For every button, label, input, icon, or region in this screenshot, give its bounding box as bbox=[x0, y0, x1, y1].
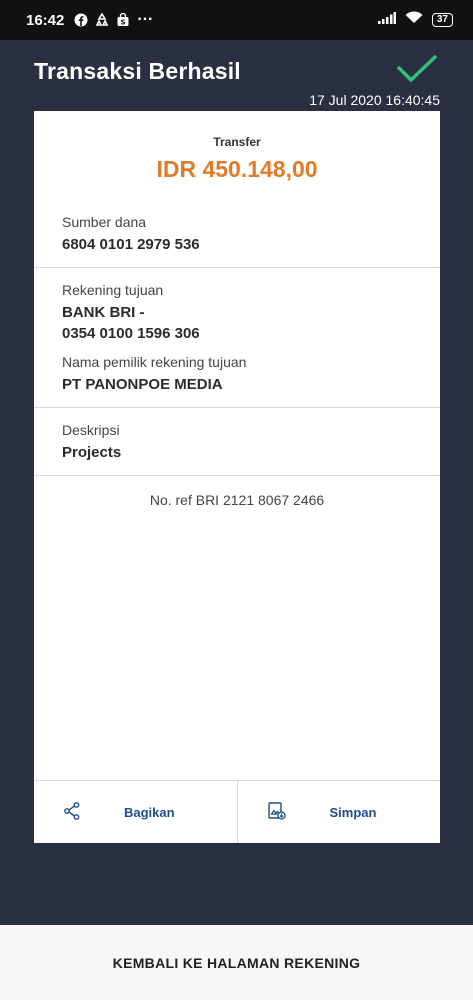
save-label: Simpan bbox=[329, 804, 377, 820]
description-section: Deskripsi Projects bbox=[34, 408, 440, 476]
status-bar: 16:42 S ··· 37 bbox=[0, 0, 473, 40]
transaction-amount: IDR 450.148,00 bbox=[156, 156, 318, 182]
destination-section: Rekening tujuan BANK BRI - 0354 0100 159… bbox=[34, 268, 440, 408]
amount-section: Transfer IDR 450.148,00 bbox=[34, 111, 440, 204]
notification-icons: S ··· bbox=[74, 11, 153, 29]
transaction-datetime: 17 Jul 2020 16:40:45 bbox=[309, 92, 440, 108]
share-label: Bagikan bbox=[124, 804, 175, 820]
owner-name: PT PANONPOE MEDIA bbox=[62, 376, 223, 393]
receipt-actions: Bagikan Simpan bbox=[34, 780, 440, 843]
page-title: Transaksi Berhasil bbox=[34, 58, 241, 84]
destination-bank: BANK BRI - bbox=[62, 304, 145, 321]
more-notifications: ··· bbox=[137, 11, 154, 28]
facebook-icon bbox=[74, 13, 88, 27]
back-to-accounts-label: KEMBALI KE HALAMAN REKENING bbox=[112, 954, 361, 971]
destination-label: Rekening tujuan bbox=[62, 282, 164, 298]
system-icons: 37 bbox=[377, 11, 453, 29]
source-section: Sumber dana 6804 0101 2979 536 bbox=[34, 204, 440, 268]
save-icon bbox=[267, 801, 286, 823]
recycle-icon bbox=[95, 13, 109, 27]
back-to-accounts-button[interactable]: KEMBALI KE HALAMAN REKENING bbox=[0, 925, 473, 1000]
destination-account: 0354 0100 1596 306 bbox=[62, 325, 200, 342]
signal-icon bbox=[377, 11, 396, 29]
source-account: 6804 0101 2979 536 bbox=[62, 236, 200, 253]
status-time: 16:42 bbox=[26, 11, 65, 29]
success-check-icon bbox=[396, 54, 438, 89]
description-value: Projects bbox=[62, 444, 122, 461]
reference-number: No. ref BRI 2121 8067 2466 bbox=[149, 492, 325, 508]
share-icon bbox=[64, 801, 80, 823]
svg-text:S: S bbox=[121, 19, 126, 27]
source-label: Sumber dana bbox=[62, 214, 147, 230]
bag-icon: S bbox=[116, 13, 130, 27]
battery-icon: 37 bbox=[431, 13, 453, 27]
share-button[interactable]: Bagikan bbox=[34, 781, 237, 843]
receipt-card: Transfer IDR 450.148,00 Sumber dana 6804… bbox=[34, 111, 440, 843]
transaction-type: Transfer bbox=[213, 135, 261, 149]
save-button[interactable]: Simpan bbox=[236, 781, 441, 843]
owner-label: Nama pemilik rekening tujuan bbox=[62, 354, 247, 370]
description-label: Deskripsi bbox=[62, 422, 120, 438]
wifi-icon bbox=[405, 11, 423, 29]
